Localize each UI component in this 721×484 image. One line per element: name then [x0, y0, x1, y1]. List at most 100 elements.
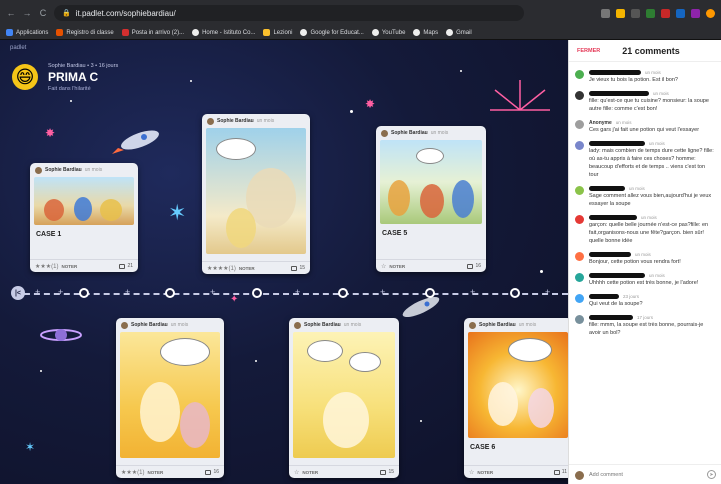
- redacted-name: [589, 252, 631, 257]
- bookmark-home[interactable]: Home - Istituto Co...: [192, 29, 255, 36]
- bookmarks-bar: Applications Registro di classe Posta in…: [0, 26, 721, 40]
- timeline-node[interactable]: [252, 288, 262, 298]
- bookmark-registro[interactable]: Registro di classe: [56, 29, 114, 36]
- add-post-button[interactable]: +: [125, 287, 130, 297]
- avatar: [35, 166, 42, 174]
- profile-avatar[interactable]: [706, 8, 715, 18]
- card-age: un mois: [256, 118, 275, 124]
- bookmark-applications[interactable]: Applications: [6, 29, 48, 36]
- rate-button[interactable]: NOTER: [239, 266, 255, 271]
- rate-button[interactable]: NOTER: [389, 264, 405, 269]
- bookmark-lezioni[interactable]: Lezioni: [263, 29, 292, 36]
- comment-text: Qui veut de la soupe?: [589, 301, 643, 307]
- comment-time: un mois: [635, 252, 651, 257]
- rate-button[interactable]: NOTER: [61, 264, 77, 269]
- card-age: un mois: [343, 322, 362, 328]
- rocket-decoration: [112, 130, 159, 154]
- rating-stars[interactable]: ☆: [294, 469, 299, 476]
- add-post-button[interactable]: +: [470, 287, 475, 297]
- sparkle-icon: ✸: [365, 97, 376, 111]
- add-post-button[interactable]: +: [380, 287, 385, 297]
- comment-body: un mois Uhhhh cette potion est très bonne…: [589, 272, 715, 287]
- comment-count[interactable]: 16: [205, 469, 219, 475]
- redacted-name: [589, 315, 633, 320]
- bookmark-youtube[interactable]: YouTube: [371, 29, 405, 36]
- add-post-button[interactable]: +: [295, 287, 300, 297]
- card-author: Sophie Bardiau: [304, 322, 341, 328]
- post-card[interactable]: Sophie Bardiau un mois CASE 6 ☆ NOTER 11: [464, 318, 568, 478]
- speech-bubble: [216, 138, 256, 160]
- bookmark-gmail[interactable]: Gmail: [446, 29, 472, 36]
- post-card[interactable]: Sophie Bardiau un mois CASE 1 ★★★(1) NOT…: [30, 163, 138, 272]
- close-button[interactable]: FERMER: [577, 48, 600, 54]
- forward-icon[interactable]: →: [22, 8, 32, 18]
- rating-stars[interactable]: ★★★(1): [35, 263, 58, 270]
- reload-icon[interactable]: C: [38, 8, 48, 18]
- timeline-node[interactable]: [425, 288, 435, 298]
- redacted-name: [589, 273, 645, 278]
- extension-icon[interactable]: [661, 8, 670, 18]
- bookmark-posta[interactable]: Posta in arrivo (2)...: [121, 29, 184, 36]
- timeline-start-button[interactable]: |<: [11, 286, 25, 300]
- post-card[interactable]: Sophie Bardiau un mois ★★★★(1) NOTER 15: [202, 114, 310, 274]
- comment-count[interactable]: 11: [553, 469, 567, 475]
- add-post-button[interactable]: +: [35, 287, 40, 297]
- timeline-node[interactable]: [338, 288, 348, 298]
- comment-text: fille: qu'est-ce que tu cuisine? monsieu…: [589, 98, 709, 112]
- bookmark-google-edu[interactable]: Google for Educat...: [300, 29, 364, 36]
- figure-shape: [420, 184, 444, 218]
- comment-body: un mois fille: qu'est-ce que tu cuisine? …: [589, 90, 715, 113]
- bookmark-maps[interactable]: Maps: [413, 29, 438, 36]
- add-post-button[interactable]: +: [58, 287, 63, 297]
- comment-body: un mois Sage comment allez vous bien,aujo…: [589, 185, 715, 208]
- avatar: [575, 273, 584, 282]
- url-text: it.padlet.com/sophiebardiau/: [75, 8, 176, 18]
- comment-count[interactable]: 15: [380, 469, 394, 475]
- rate-button[interactable]: NOTER: [302, 470, 318, 475]
- extension-icon[interactable]: [676, 8, 685, 18]
- add-post-button[interactable]: +: [210, 287, 215, 297]
- comment-body: un mois lady: mais combien de temps dure …: [589, 140, 715, 179]
- post-card[interactable]: Sophie Bardiau un mois ★★★(1) NOTER 16: [116, 318, 224, 478]
- comment-time: un mois: [649, 141, 665, 146]
- timeline-node[interactable]: [165, 288, 175, 298]
- extension-icon[interactable]: [601, 8, 610, 18]
- comment-count[interactable]: 15: [291, 265, 305, 271]
- comment-time: un mois: [653, 91, 669, 96]
- extension-icon[interactable]: [691, 8, 700, 18]
- timeline-node[interactable]: [510, 288, 520, 298]
- comment-count[interactable]: 21: [119, 263, 133, 269]
- avatar: [121, 321, 128, 329]
- back-icon[interactable]: ←: [6, 8, 16, 18]
- send-icon[interactable]: ➤: [707, 470, 716, 479]
- address-bar[interactable]: 🔒 it.padlet.com/sophiebardiau/: [54, 5, 524, 21]
- comment-text: fille: mmm, la soupe est très bonne, pou…: [589, 322, 704, 336]
- bookmark-icon: [56, 29, 64, 36]
- rate-button[interactable]: NOTER: [147, 470, 163, 475]
- speech-bubble: [160, 338, 210, 366]
- comment-icon: [205, 469, 212, 475]
- comment-body: un mois Bonjour, cette potion vous rendra…: [589, 251, 715, 266]
- timeline-node[interactable]: [79, 288, 89, 298]
- rating-stars[interactable]: ☆: [469, 469, 474, 476]
- post-card[interactable]: Sophie Bardiau un mois CASE 5 ☆ NOTER 16: [376, 126, 486, 272]
- comment-item: un mois Sage comment allez vous bien,aujo…: [569, 182, 721, 211]
- extension-icon[interactable]: [646, 8, 655, 18]
- comment-meta: un mois: [589, 90, 715, 97]
- figure-shape: [452, 180, 474, 218]
- star-icon[interactable]: [616, 8, 625, 18]
- rate-button[interactable]: NOTER: [477, 470, 493, 475]
- add-comment-input[interactable]: [589, 471, 702, 478]
- rating-stars[interactable]: ★★★★(1): [207, 265, 236, 272]
- extension-icon[interactable]: [631, 8, 640, 18]
- rating-stars[interactable]: ☆: [381, 263, 386, 270]
- card-title: CASE 5: [382, 230, 408, 237]
- comment-count[interactable]: 16: [467, 263, 481, 269]
- figure-shape: [226, 208, 256, 248]
- card-footer: ☆ NOTER 15: [289, 465, 399, 478]
- add-post-button[interactable]: +: [545, 287, 550, 297]
- rating-stars[interactable]: ★★★(1): [121, 469, 144, 476]
- avatar: [575, 215, 584, 224]
- comment-item: Anonyme un mois Ces gars j'ai fait une pot…: [569, 116, 721, 137]
- post-card[interactable]: Sophie Bardiau un mois ☆ NOTER 15: [289, 318, 399, 478]
